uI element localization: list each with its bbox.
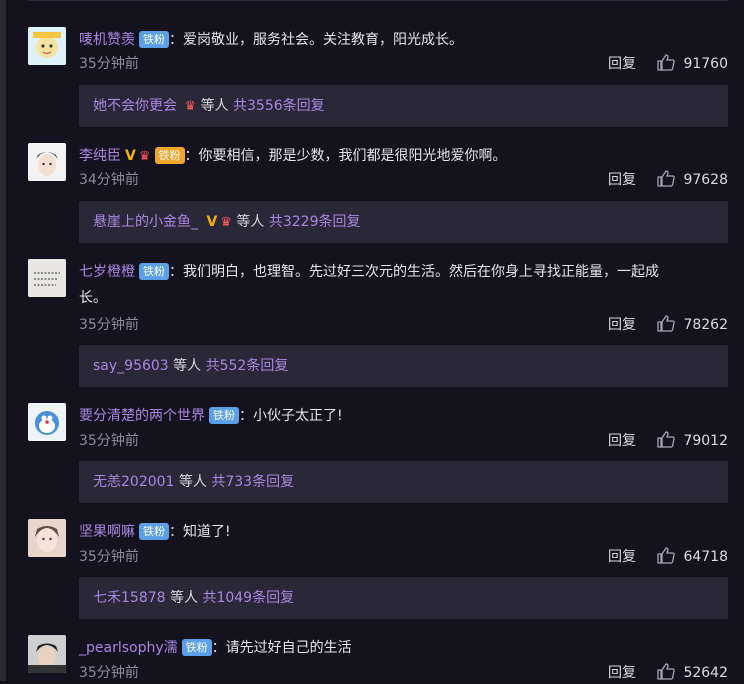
reply-user[interactable]: 悬崖上的小金鱼_	[93, 214, 198, 230]
like-button[interactable]: 91760	[657, 53, 728, 75]
reply-mid: 等人	[173, 358, 202, 374]
comment-text: 你要相信，那是少数，我们都是很阳光地爱你啊。	[198, 148, 507, 164]
comment-header: 坚果啊嘛 铁粉 ：知道了!	[79, 519, 728, 545]
colon: ：	[169, 32, 183, 48]
comment-text: 爱岗敬业，服务社会。关注教育，阳光成长。	[183, 32, 463, 48]
like-count: 52642	[683, 665, 728, 681]
fan-badge[interactable]: 铁粉	[209, 407, 239, 424]
crown-icon: ♛	[220, 215, 232, 230]
reply-mid: 等人	[178, 474, 207, 490]
comment-meta: 35分钟前 回复 78262	[79, 314, 728, 336]
avatar[interactable]	[28, 635, 66, 673]
replies-box[interactable]: 无恙202001 等人 共733条回复	[79, 461, 728, 503]
page-left-edge	[0, 0, 6, 681]
reply-count[interactable]: 共1049条回复	[202, 590, 294, 606]
reply-mid: 等人	[236, 214, 265, 230]
comment-time: 35分钟前	[79, 56, 139, 72]
crown-icon: ♛	[184, 99, 197, 114]
reply-button[interactable]: 回复	[608, 430, 636, 452]
like-count: 78262	[683, 317, 728, 333]
like-count: 64718	[683, 549, 728, 565]
fan-badge[interactable]: 铁粉	[181, 639, 212, 656]
thumbs-up-icon	[657, 431, 676, 448]
username[interactable]: 坚果啊嘛	[79, 524, 135, 540]
comment-time: 35分钟前	[79, 549, 139, 565]
like-button[interactable]: 78262	[657, 314, 728, 336]
vip-v-icon: V	[206, 214, 218, 230]
comment-time: 35分钟前	[79, 317, 139, 333]
avatar[interactable]	[28, 519, 66, 557]
colon: ：	[169, 264, 183, 280]
thumbs-up-icon	[657, 54, 676, 71]
reply-count[interactable]: 共552条回复	[206, 358, 289, 374]
comment-meta: 35分钟前 回复 91760	[79, 53, 728, 75]
fan-badge[interactable]: 铁粉	[139, 31, 169, 48]
replies-box[interactable]: 悬崖上的小金鱼_ V ♛ 等人 共3229条回复	[79, 201, 728, 243]
crown-icon: ♛	[138, 149, 151, 164]
comment-text: 知道了!	[183, 524, 231, 540]
fan-badge[interactable]: 铁粉	[154, 147, 185, 164]
reply-button[interactable]: 回复	[608, 53, 636, 75]
username[interactable]: _pearlsophy濡	[79, 640, 178, 656]
avatar[interactable]	[28, 143, 66, 181]
comment-text: 我们明白，也理智。先过好三次元的生活。然后在你身上寻找正能量，一起成	[183, 264, 659, 280]
fan-badge[interactable]: 铁粉	[139, 523, 169, 540]
avatar[interactable]	[28, 27, 66, 65]
replies-box[interactable]: 她不会你更会 ♛ 等人 共3556条回复	[79, 85, 728, 127]
comment-meta: 35分钟前 回复 79012	[79, 430, 728, 452]
reply-user[interactable]: 她不会你更会	[93, 98, 177, 114]
colon: ：	[211, 640, 226, 656]
reply-count[interactable]: 共733条回复	[211, 474, 294, 490]
comment-time: 35分钟前	[79, 433, 139, 449]
reply-count[interactable]: 共3229条回复	[269, 214, 361, 230]
thumbs-up-icon	[657, 170, 676, 187]
like-count: 97628	[683, 172, 728, 188]
colon: ：	[239, 408, 253, 424]
reply-user[interactable]: 无恙202001	[93, 474, 174, 490]
fan-badge[interactable]: 铁粉	[139, 263, 169, 280]
comment-meta: 34分钟前 回复 97628	[79, 169, 728, 191]
comment-time: 34分钟前	[79, 172, 139, 188]
like-button[interactable]: 97628	[657, 169, 728, 191]
like-count: 91760	[683, 56, 728, 72]
comment-text: 请先过好自己的生活	[225, 640, 352, 656]
reply-button[interactable]: 回复	[608, 169, 636, 191]
comment-header: 要分清楚的两个世界 铁粉 ：小伙子太正了!	[79, 403, 728, 429]
top-divider	[28, 0, 728, 1]
colon: ：	[169, 524, 183, 540]
comment-time: 35分钟前	[79, 665, 139, 681]
thumbs-up-icon	[657, 663, 676, 680]
username[interactable]: 要分清楚的两个世界	[79, 408, 205, 424]
avatar[interactable]	[28, 403, 66, 441]
reply-button[interactable]: 回复	[608, 314, 636, 336]
comment-meta: 35分钟前 回复 64718	[79, 546, 728, 568]
comment-header: 唛机赞羡 铁粉 ：爱岗敬业，服务社会。关注教育，阳光成长。	[79, 27, 728, 53]
reply-mid: 等人	[170, 590, 198, 606]
reply-mid: 等人	[200, 98, 229, 114]
username[interactable]: 李纯臣	[79, 148, 121, 164]
username[interactable]: 唛机赞羡	[79, 32, 135, 48]
like-button[interactable]: 64718	[657, 546, 728, 568]
comment-header: 李纯臣 V ♛ 铁粉 ：你要相信，那是少数，我们都是很阳光地爱你啊。	[79, 143, 728, 170]
thumbs-up-icon	[657, 547, 676, 564]
reply-user[interactable]: 七禾15878	[93, 590, 166, 606]
comment-text: 小伙子太正了!	[253, 408, 343, 424]
username[interactable]: 七岁橙橙	[79, 264, 135, 280]
thumbs-up-icon	[657, 315, 676, 332]
avatar[interactable]	[28, 259, 66, 297]
colon: ：	[184, 148, 199, 164]
reply-count[interactable]: 共3556条回复	[233, 98, 325, 114]
like-button[interactable]: 79012	[657, 430, 728, 452]
replies-box[interactable]: say_95603 等人 共552条回复	[79, 345, 728, 387]
vip-v-icon: V	[125, 148, 136, 164]
comment-header: 七岁橙橙 铁粉 ：我们明白，也理智。先过好三次元的生活。然后在你身上寻找正能量，一起…	[79, 259, 728, 311]
comment-header: _pearlsophy濡 铁粉 ：请先过好自己的生活	[79, 635, 728, 661]
like-count: 79012	[683, 433, 728, 449]
reply-button[interactable]: 回复	[608, 546, 636, 568]
replies-box[interactable]: 七禾15878 等人 共1049条回复	[79, 577, 728, 619]
comment-text-continued: 长。	[79, 290, 107, 306]
reply-user[interactable]: say_95603	[93, 358, 169, 374]
